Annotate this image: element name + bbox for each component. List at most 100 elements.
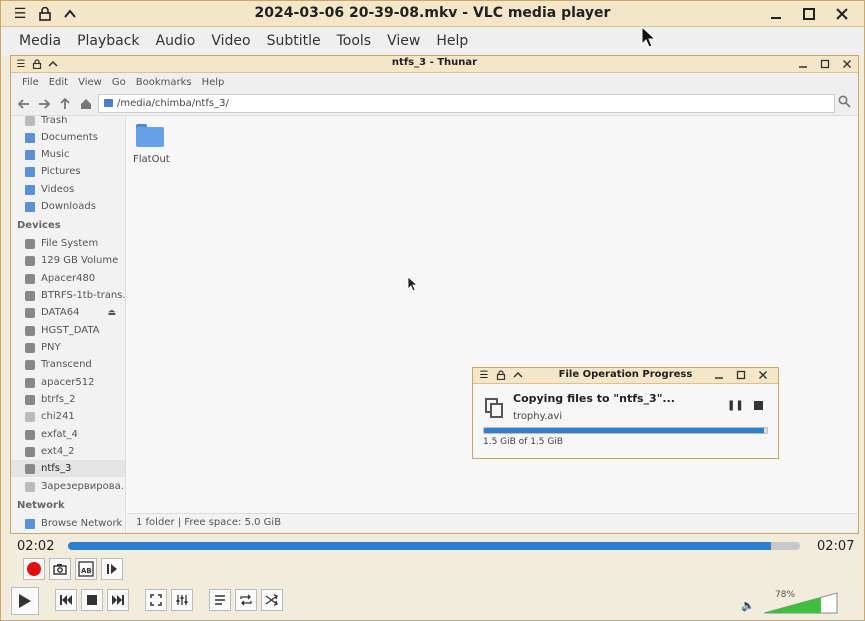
menu-media[interactable]: Media bbox=[19, 33, 61, 49]
sidebar-item-device[interactable]: 129 GB Volume bbox=[11, 252, 125, 269]
menu-subtitle[interactable]: Subtitle bbox=[267, 33, 321, 49]
copy-heading: Copying files to "ntfs_3"... bbox=[513, 392, 675, 405]
dialog-close-icon[interactable] bbox=[756, 368, 770, 382]
folder-icon bbox=[25, 201, 35, 212]
sidebar-item-device[interactable]: Transcend bbox=[11, 356, 125, 373]
previous-button[interactable] bbox=[55, 589, 77, 611]
snapshot-button[interactable] bbox=[49, 558, 71, 580]
dialog-titlebar[interactable]: ☰ File Operation Progress bbox=[473, 368, 778, 384]
location-bar[interactable]: /media/chimba/ntfs_3/ bbox=[98, 94, 835, 113]
sidebar-item-device[interactable]: ext4_2 bbox=[11, 443, 125, 460]
menu-video[interactable]: Video bbox=[211, 33, 250, 49]
folder-small-icon bbox=[104, 99, 113, 107]
dialog-maximize-icon[interactable] bbox=[734, 368, 748, 382]
sidebar-item-device[interactable]: exfat_4 bbox=[11, 426, 125, 443]
sidebar-item-music[interactable]: Music bbox=[11, 146, 125, 163]
sidebar-item-device[interactable]: PNY bbox=[11, 339, 125, 356]
record-button[interactable] bbox=[23, 558, 45, 580]
sidebar-heading-network: Network bbox=[17, 500, 65, 511]
search-icon[interactable] bbox=[838, 95, 854, 113]
sidebar-item-device-selected[interactable]: ntfs_3 bbox=[11, 460, 125, 477]
sidebar-item-browse-network[interactable]: Browse Network bbox=[11, 515, 125, 532]
seek-slider[interactable] bbox=[68, 542, 800, 550]
fullscreen-button[interactable] bbox=[145, 589, 167, 611]
sidebar-item-downloads[interactable]: Downloads bbox=[11, 198, 125, 215]
sidebar-item-documents[interactable]: Documents bbox=[11, 129, 125, 146]
play-button[interactable] bbox=[11, 587, 39, 615]
stop-icon[interactable] bbox=[754, 401, 763, 410]
thunar-close-icon[interactable] bbox=[839, 56, 855, 72]
drive-icon bbox=[25, 273, 35, 284]
thunar-menu-help[interactable]: Help bbox=[202, 77, 225, 88]
menu-tools[interactable]: Tools bbox=[337, 33, 372, 49]
back-arrow-icon[interactable] bbox=[15, 95, 33, 113]
vlc-titlebar[interactable]: ☰ 2024-03-06 20-39-08.mkv - VLC media pl… bbox=[1, 1, 864, 27]
eject-icon[interactable]: ⏏ bbox=[107, 308, 116, 318]
thunar-menu-file[interactable]: File bbox=[22, 77, 39, 88]
ab-loop-button[interactable]: AB bbox=[75, 558, 97, 580]
minimize-icon[interactable] bbox=[765, 3, 787, 25]
window-title: 2024-03-06 20-39-08.mkv - VLC media play… bbox=[254, 5, 611, 21]
sidebar-item-videos[interactable]: Videos bbox=[11, 181, 125, 198]
menu-audio[interactable]: Audio bbox=[156, 33, 196, 49]
folder-item[interactable]: FlatOut bbox=[133, 124, 170, 165]
drive-icon bbox=[25, 394, 35, 405]
shuffle-button[interactable] bbox=[261, 589, 283, 611]
thunar-titlebar[interactable]: ☰ ntfs_3 - Thunar bbox=[11, 56, 858, 73]
pause-icon[interactable]: ❚❚ bbox=[727, 400, 744, 411]
drive-icon bbox=[25, 307, 35, 318]
drive-icon bbox=[25, 481, 35, 492]
menu-help[interactable]: Help bbox=[436, 33, 468, 49]
sidebar-item-device[interactable]: btrfs_2 bbox=[11, 391, 125, 408]
menu-view[interactable]: View bbox=[387, 33, 420, 49]
sidebar-item-device[interactable]: chi241 bbox=[11, 408, 125, 425]
sidebar-item-device[interactable]: Зарезервирова... bbox=[11, 478, 125, 495]
extended-settings-button[interactable] bbox=[171, 589, 193, 611]
thunar-title: ntfs_3 - Thunar bbox=[391, 57, 478, 68]
drive-icon bbox=[25, 446, 35, 457]
thunar-menubar: File Edit View Go Bookmarks Help bbox=[11, 73, 858, 91]
sidebar-item-device[interactable]: BTRFS-1tb-trans... bbox=[11, 287, 125, 304]
dialog-minimize-icon[interactable] bbox=[712, 368, 726, 382]
thunar-menu-edit[interactable]: Edit bbox=[49, 77, 68, 88]
thunar-minimize-icon[interactable] bbox=[795, 56, 811, 72]
forward-arrow-icon[interactable] bbox=[35, 95, 53, 113]
home-icon[interactable] bbox=[77, 95, 95, 113]
mouse-cursor-icon bbox=[407, 276, 419, 292]
loop-button[interactable] bbox=[235, 589, 257, 611]
drive-icon bbox=[25, 255, 35, 266]
playlist-button[interactable] bbox=[209, 589, 231, 611]
thunar-menu-view[interactable]: View bbox=[78, 77, 102, 88]
time-elapsed: 02:02 bbox=[17, 539, 55, 554]
sidebar-item-trash[interactable]: Trash bbox=[11, 116, 125, 129]
mouse-cursor-icon bbox=[641, 26, 657, 48]
thunar-menu-bookmarks[interactable]: Bookmarks bbox=[136, 77, 192, 88]
frame-step-icon bbox=[107, 564, 117, 574]
next-button[interactable] bbox=[107, 589, 129, 611]
up-arrow-icon[interactable] bbox=[56, 95, 74, 113]
sidebar-item-device[interactable]: Apacer480 bbox=[11, 270, 125, 287]
sidebar-item-device[interactable]: DATA64 ⏏ bbox=[11, 304, 125, 321]
maximize-icon[interactable] bbox=[798, 3, 820, 25]
fullscreen-icon bbox=[150, 594, 162, 606]
drive-icon bbox=[25, 411, 35, 422]
folder-icon bbox=[25, 166, 35, 177]
thunar-window: ☰ ntfs_3 - Thunar File Edit View Go Book… bbox=[10, 55, 859, 534]
sidebar-item-device[interactable]: HGST_DATA bbox=[11, 322, 125, 339]
drive-icon bbox=[25, 377, 35, 388]
sidebar-item-device[interactable]: File System bbox=[11, 235, 125, 252]
sidebar-item-device[interactable]: apacer512 bbox=[11, 374, 125, 391]
thunar-menu-go[interactable]: Go bbox=[112, 77, 126, 88]
drive-icon bbox=[25, 463, 35, 474]
folder-label: FlatOut bbox=[133, 154, 170, 165]
thunar-maximize-icon[interactable] bbox=[817, 56, 833, 72]
speaker-icon[interactable]: 🔈 bbox=[741, 599, 755, 612]
svg-text:AB: AB bbox=[81, 567, 92, 575]
sidebar-item-pictures[interactable]: Pictures bbox=[11, 163, 125, 180]
close-icon[interactable] bbox=[831, 3, 853, 25]
folder-icon bbox=[25, 149, 35, 160]
frame-step-button[interactable] bbox=[101, 558, 123, 580]
stop-button[interactable] bbox=[81, 589, 103, 611]
menu-playback[interactable]: Playback bbox=[77, 33, 139, 49]
location-path: /media/chimba/ntfs_3/ bbox=[117, 98, 229, 109]
